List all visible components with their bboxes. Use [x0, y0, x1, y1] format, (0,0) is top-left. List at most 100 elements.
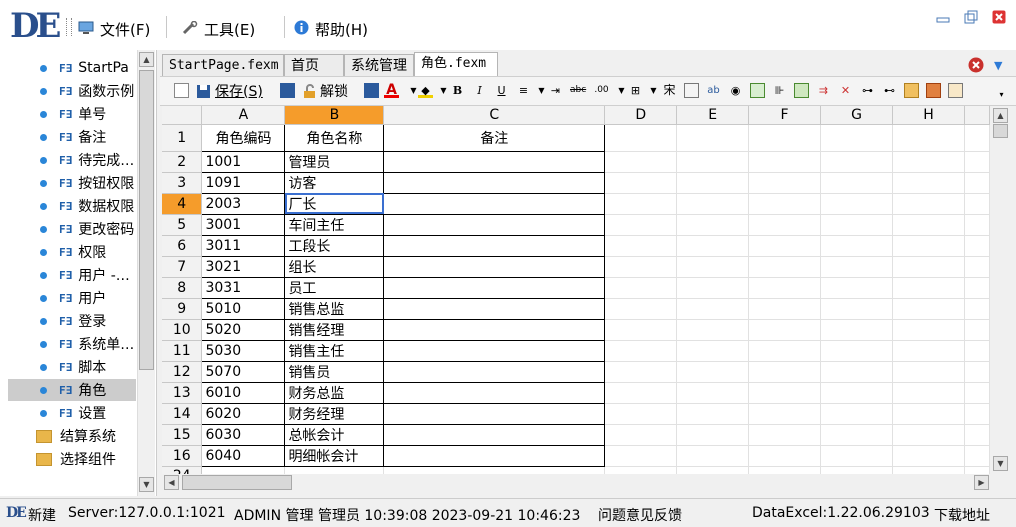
empty-cell[interactable] — [604, 214, 678, 236]
empty-cell[interactable] — [748, 172, 822, 194]
italic-icon[interactable]: I — [472, 83, 487, 98]
row-header[interactable]: 14 — [162, 403, 203, 425]
bold-icon[interactable]: B — [450, 83, 465, 98]
cell-c[interactable] — [383, 360, 606, 383]
empty-cell[interactable] — [604, 424, 678, 446]
empty-cell[interactable] — [676, 445, 750, 467]
empty-cell[interactable] — [892, 193, 965, 215]
menu-file[interactable]: 文件(F) — [78, 19, 150, 40]
toolbar-grip[interactable] — [66, 18, 72, 36]
document-icon[interactable] — [174, 83, 189, 98]
row-header[interactable]: 13 — [162, 382, 203, 404]
row-header[interactable]: 15 — [162, 424, 203, 446]
cell-b[interactable]: 员工 — [284, 276, 385, 299]
wrap-text-icon[interactable]: ⇥ — [548, 83, 563, 98]
empty-cell[interactable] — [892, 124, 965, 152]
export-icon[interactable] — [926, 83, 941, 98]
empty-cell[interactable] — [748, 124, 822, 152]
empty-cell[interactable] — [604, 298, 678, 320]
column-header[interactable]: A — [201, 106, 286, 125]
scroll-down-icon[interactable]: ▼ — [993, 456, 1008, 471]
sidebar-item[interactable]: 选择组件 — [8, 448, 136, 470]
scroll-up-icon[interactable]: ▲ — [993, 108, 1008, 123]
scroll-up-icon[interactable]: ▲ — [139, 52, 154, 67]
empty-cell[interactable] — [604, 466, 678, 474]
empty-cell[interactable] — [748, 298, 822, 320]
dropdown-icon[interactable]: ▼ — [534, 83, 549, 98]
column-header[interactable]: C — [383, 106, 606, 125]
empty-cell[interactable] — [892, 235, 965, 257]
cell-b[interactable]: 销售经理 — [284, 318, 385, 341]
cell-a[interactable]: 2003 — [201, 192, 286, 215]
empty-cell[interactable] — [748, 445, 822, 467]
cell-a[interactable]: 3031 — [201, 276, 286, 299]
spell-check-icon[interactable]: ab — [706, 83, 721, 98]
scroll-thumb[interactable] — [182, 475, 292, 490]
sidebar-item[interactable]: F∃ 用户 — [8, 287, 136, 309]
empty-cell[interactable] — [676, 277, 750, 299]
empty-cell[interactable] — [892, 172, 965, 194]
row-header[interactable]: 8 — [162, 277, 203, 299]
empty-cell[interactable] — [892, 466, 965, 474]
row-header[interactable]: 4 — [162, 193, 203, 215]
empty-cell[interactable] — [676, 214, 750, 236]
cell-b[interactable]: 销售总监 — [284, 297, 385, 320]
cell-c[interactable] — [383, 466, 606, 474]
empty-cell[interactable] — [820, 445, 893, 467]
empty-cell[interactable] — [964, 445, 990, 467]
empty-cell[interactable] — [892, 424, 965, 446]
empty-cell[interactable] — [964, 298, 990, 320]
empty-cell[interactable] — [820, 424, 893, 446]
cell-b[interactable]: 组长 — [284, 255, 385, 278]
preview-icon[interactable]: ◉ — [728, 83, 743, 98]
cell-c[interactable] — [383, 339, 606, 362]
cell-a[interactable]: 6040 — [201, 444, 286, 467]
sidebar-item[interactable]: F∃ 数据权限 — [8, 195, 136, 217]
cell-c[interactable] — [383, 213, 606, 236]
image-icon[interactable] — [794, 83, 809, 98]
empty-cell[interactable] — [820, 298, 893, 320]
menu-tools[interactable]: 工具(E) — [182, 19, 255, 40]
empty-cell[interactable] — [748, 277, 822, 299]
cell-a[interactable]: 5070 — [201, 360, 286, 383]
empty-cell[interactable] — [676, 235, 750, 257]
cell-b[interactable]: 管理员 — [284, 150, 385, 173]
empty-cell[interactable] — [748, 256, 822, 278]
cell-a[interactable]: 3001 — [201, 213, 286, 236]
save-as-icon[interactable] — [280, 83, 295, 98]
cell-a[interactable]: 6020 — [201, 402, 286, 425]
row-header[interactable]: 1 — [162, 124, 203, 152]
empty-cell[interactable] — [820, 235, 893, 257]
empty-cell[interactable] — [676, 424, 750, 446]
empty-cell[interactable] — [604, 382, 678, 404]
font-icon[interactable]: 宋 — [662, 83, 677, 98]
empty-cell[interactable] — [820, 193, 893, 215]
empty-cell[interactable] — [892, 319, 965, 341]
sidebar-item[interactable]: F∃ 登录 — [8, 310, 136, 332]
empty-cell[interactable] — [892, 403, 965, 425]
cell-a[interactable]: 5020 — [201, 318, 286, 341]
empty-cell[interactable] — [748, 151, 822, 173]
chart-icon[interactable]: ⊪ — [772, 83, 787, 98]
empty-cell[interactable] — [892, 214, 965, 236]
empty-cell[interactable] — [892, 277, 965, 299]
close-icon[interactable] — [992, 10, 1006, 24]
cell-b[interactable]: 访客 — [284, 171, 385, 194]
empty-cell[interactable] — [964, 172, 990, 194]
empty-cell[interactable] — [892, 382, 965, 404]
table-icon[interactable] — [684, 83, 699, 98]
strikethrough-icon[interactable]: abc — [570, 83, 586, 98]
row-header[interactable]: 11 — [162, 340, 203, 362]
fill-color-icon[interactable]: ◆ — [418, 83, 433, 98]
empty-cell[interactable] — [676, 382, 750, 404]
empty-cell[interactable] — [892, 151, 965, 173]
row-header[interactable]: 7 — [162, 256, 203, 278]
cell-b[interactable]: 财务总监 — [284, 381, 385, 404]
cell-a[interactable]: 5030 — [201, 339, 286, 362]
empty-cell[interactable] — [604, 172, 678, 194]
cell-b[interactable]: 销售主任 — [284, 339, 385, 362]
row-header[interactable]: 3 — [162, 172, 203, 194]
cell-c[interactable] — [383, 276, 606, 299]
scroll-thumb[interactable] — [139, 70, 154, 370]
cell-c[interactable] — [383, 171, 606, 194]
